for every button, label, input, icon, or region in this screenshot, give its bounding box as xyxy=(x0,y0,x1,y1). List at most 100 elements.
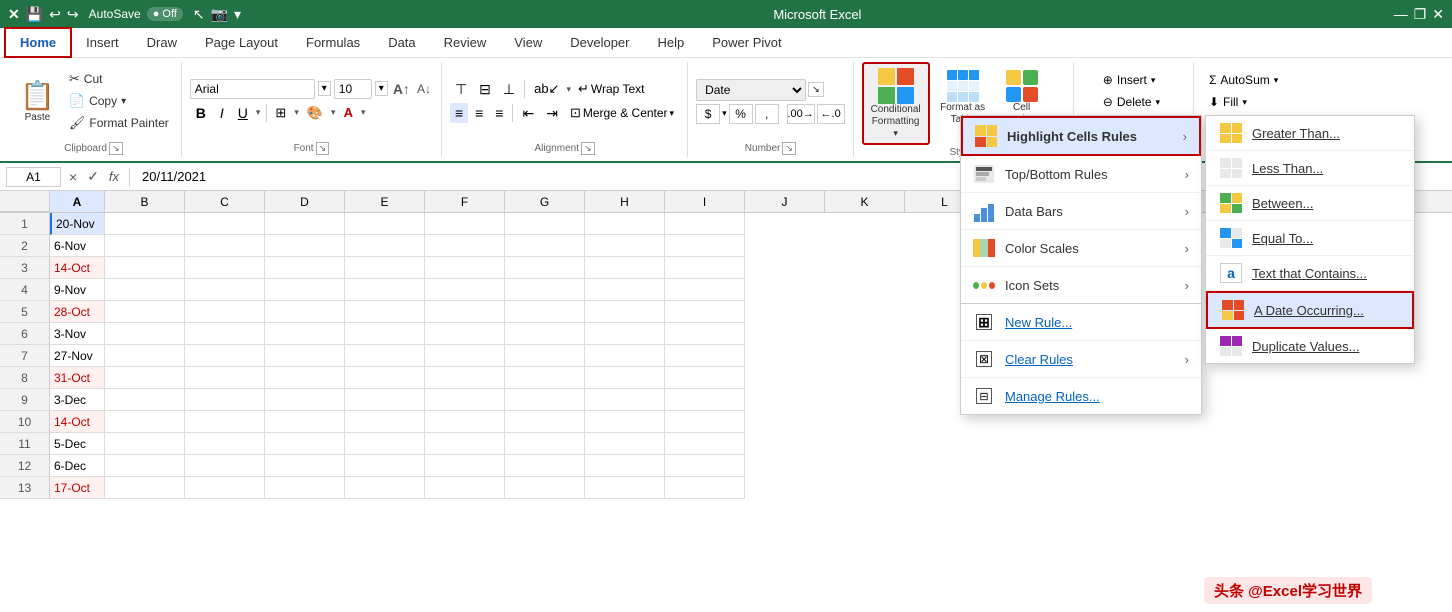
tab-powerpivot[interactable]: Power Pivot xyxy=(698,29,795,56)
cell-d3[interactable] xyxy=(265,257,345,279)
cf-item-newrule[interactable]: ⊞ New Rule... xyxy=(961,304,1201,341)
cell-a7[interactable]: 27-Nov xyxy=(50,345,105,367)
cell-i9[interactable] xyxy=(665,389,745,411)
cell-e4[interactable] xyxy=(345,279,425,301)
font-name-input[interactable] xyxy=(190,79,315,99)
sub-item-dateoccurring[interactable]: A Date Occurring... xyxy=(1206,291,1414,329)
align-center[interactable]: ≡ xyxy=(470,103,488,123)
cell-h11[interactable] xyxy=(585,433,665,455)
cell-i4[interactable] xyxy=(665,279,745,301)
cell-h5[interactable] xyxy=(585,301,665,323)
cf-item-highlight[interactable]: Highlight Cells Rules › xyxy=(961,116,1201,156)
fill-color-button[interactable]: 🎨 xyxy=(301,102,329,124)
text-direction[interactable]: ab↙ xyxy=(529,79,564,99)
tab-home[interactable]: Home xyxy=(4,27,72,58)
cell-d6[interactable] xyxy=(265,323,345,345)
col-header-g[interactable]: G xyxy=(505,191,585,212)
increase-indent[interactable]: ⇥ xyxy=(541,103,563,124)
cell-e5[interactable] xyxy=(345,301,425,323)
cell-g4[interactable] xyxy=(505,279,585,301)
cell-e1[interactable] xyxy=(345,213,425,235)
conditional-formatting-button[interactable]: ConditionalFormatting ▾ xyxy=(862,62,930,145)
row-header[interactable]: 6 xyxy=(0,323,50,345)
cell-c4[interactable] xyxy=(185,279,265,301)
percent-btn[interactable]: % xyxy=(729,104,753,124)
cell-i1[interactable] xyxy=(665,213,745,235)
tab-formulas[interactable]: Formulas xyxy=(292,29,374,56)
cell-a6[interactable]: 3-Nov xyxy=(50,323,105,345)
col-header-a[interactable]: A xyxy=(50,191,105,212)
row-header[interactable]: 1 xyxy=(0,213,50,235)
cell-b3[interactable] xyxy=(105,257,185,279)
tab-pagelayout[interactable]: Page Layout xyxy=(191,29,292,56)
qat-cursor[interactable]: ↖ xyxy=(193,6,205,23)
underline-dropdown[interactable]: ▾ xyxy=(256,107,261,118)
expand-formula-bar[interactable]: × xyxy=(67,169,79,185)
row-header[interactable]: 13 xyxy=(0,477,50,499)
cf-item-managerules[interactable]: ⊟ Manage Rules... xyxy=(961,378,1201,414)
cell-g6[interactable] xyxy=(505,323,585,345)
comma-btn[interactable]: , xyxy=(755,104,779,124)
col-header-j[interactable]: J xyxy=(745,191,825,212)
cell-e3[interactable] xyxy=(345,257,425,279)
cell-d2[interactable] xyxy=(265,235,345,257)
underline-button[interactable]: U xyxy=(232,102,254,124)
insert-button[interactable]: ⊕ Insert ▾ xyxy=(1095,70,1172,90)
col-header-f[interactable]: F xyxy=(425,191,505,212)
decrease-decimal[interactable]: ←.0 xyxy=(817,104,845,124)
col-header-h[interactable]: H xyxy=(585,191,665,212)
cell-a10[interactable]: 14-Oct xyxy=(50,411,105,433)
cell-h6[interactable] xyxy=(585,323,665,345)
cell-c1[interactable] xyxy=(185,213,265,235)
qat-autosave-toggle[interactable]: ● Off xyxy=(147,7,183,21)
cell-b8[interactable] xyxy=(105,367,185,389)
cell-d11[interactable] xyxy=(265,433,345,455)
sub-item-greaterthan[interactable]: Greater Than... xyxy=(1206,116,1414,151)
cf-item-topbottom[interactable]: Top/Bottom Rules › xyxy=(961,156,1201,193)
cell-f5[interactable] xyxy=(425,301,505,323)
merge-center-button[interactable]: ⊡ Merge & Center ▾ xyxy=(565,103,679,123)
cell-f11[interactable] xyxy=(425,433,505,455)
tab-developer[interactable]: Developer xyxy=(556,29,643,56)
col-header-b[interactable]: B xyxy=(105,191,185,212)
cell-b11[interactable] xyxy=(105,433,185,455)
cell-g5[interactable] xyxy=(505,301,585,323)
cell-c3[interactable] xyxy=(185,257,265,279)
cell-f3[interactable] xyxy=(425,257,505,279)
cell-c7[interactable] xyxy=(185,345,265,367)
cell-h12[interactable] xyxy=(585,455,665,477)
cf-item-colorscales[interactable]: Color Scales › xyxy=(961,230,1201,267)
cell-h9[interactable] xyxy=(585,389,665,411)
cell-a3[interactable]: 14-Oct xyxy=(50,257,105,279)
cell-h8[interactable] xyxy=(585,367,665,389)
cell-c8[interactable] xyxy=(185,367,265,389)
cell-b2[interactable] xyxy=(105,235,185,257)
cell-e13[interactable] xyxy=(345,477,425,499)
cell-d1[interactable] xyxy=(265,213,345,235)
cell-e8[interactable] xyxy=(345,367,425,389)
cell-f4[interactable] xyxy=(425,279,505,301)
row-header[interactable]: 8 xyxy=(0,367,50,389)
cell-b13[interactable] xyxy=(105,477,185,499)
cell-f9[interactable] xyxy=(425,389,505,411)
cell-f7[interactable] xyxy=(425,345,505,367)
cell-c12[interactable] xyxy=(185,455,265,477)
cell-g13[interactable] xyxy=(505,477,585,499)
font-name-dropdown[interactable]: ▾ xyxy=(318,81,331,96)
cell-b12[interactable] xyxy=(105,455,185,477)
tab-review[interactable]: Review xyxy=(430,29,501,56)
tab-draw[interactable]: Draw xyxy=(133,29,191,56)
fill-color-dropdown[interactable]: ▾ xyxy=(331,107,336,118)
cell-g11[interactable] xyxy=(505,433,585,455)
cell-d12[interactable] xyxy=(265,455,345,477)
row-header[interactable]: 10 xyxy=(0,411,50,433)
bold-button[interactable]: B xyxy=(190,102,212,124)
decrease-font-size[interactable]: A↓ xyxy=(415,82,433,96)
cf-item-iconsets[interactable]: Icon Sets › xyxy=(961,267,1201,304)
cell-b5[interactable] xyxy=(105,301,185,323)
cf-item-databars[interactable]: Data Bars › xyxy=(961,193,1201,230)
cell-a13[interactable]: 17-Oct xyxy=(50,477,105,499)
tab-insert[interactable]: Insert xyxy=(72,29,133,56)
col-header-c[interactable]: C xyxy=(185,191,265,212)
cell-g12[interactable] xyxy=(505,455,585,477)
